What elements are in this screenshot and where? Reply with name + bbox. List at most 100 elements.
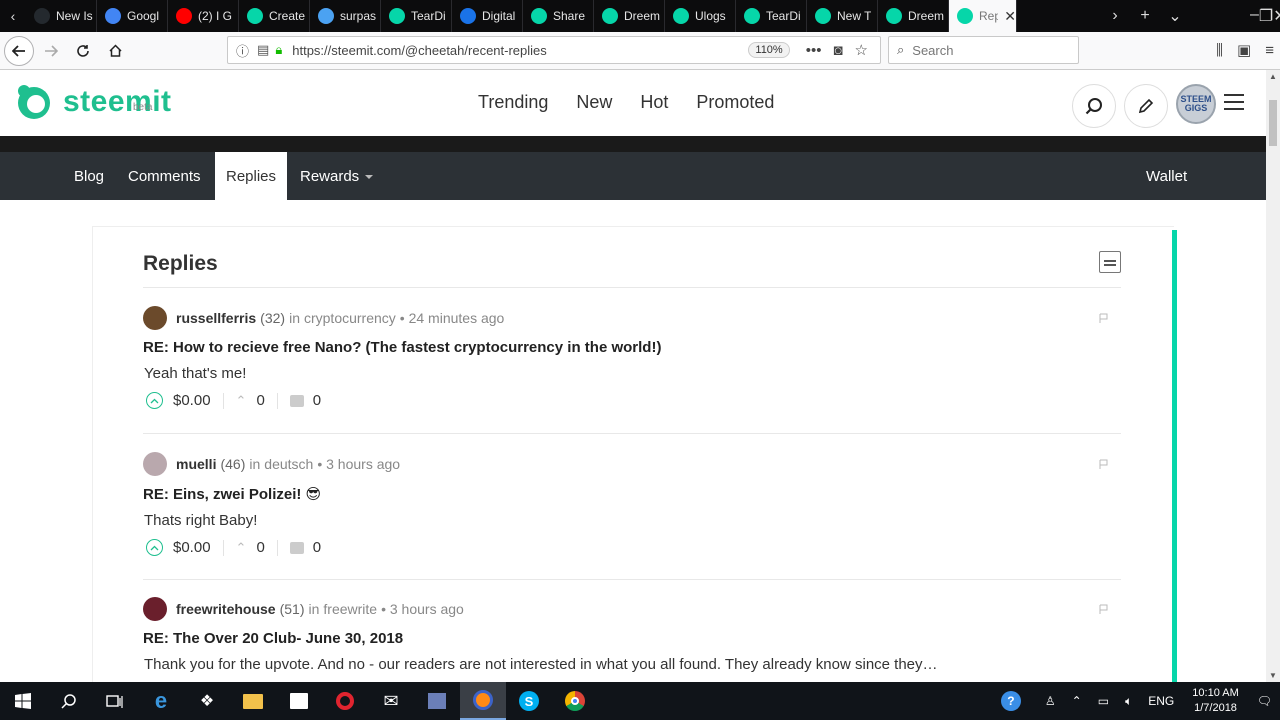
language-indicator[interactable]: ENG — [1148, 694, 1174, 708]
reply-body[interactable]: Yeah that's me! — [144, 365, 1121, 382]
lock-icon[interactable]: 🔒︎ — [275, 42, 282, 58]
payout-amount[interactable]: $0.00 — [173, 392, 211, 409]
windows-start-icon[interactable] — [0, 682, 46, 720]
info-icon[interactable]: ⓘ — [236, 41, 249, 60]
library-icon[interactable]: ⫼ — [1216, 42, 1223, 59]
category-link[interactable]: cryptocurrency — [304, 310, 396, 326]
comment-count[interactable]: 0 — [313, 392, 321, 409]
restore-icon[interactable]: ❐ — [1259, 6, 1273, 26]
author-avatar[interactable] — [143, 306, 167, 330]
tab-scroll-left-icon[interactable]: ‹ — [0, 0, 26, 32]
upvote-icon[interactable] — [146, 539, 163, 556]
flag-icon[interactable] — [1099, 604, 1109, 614]
flag-icon[interactable] — [1099, 313, 1109, 323]
category-link[interactable]: freewrite — [323, 601, 377, 617]
browser-tab[interactable]: New T — [807, 0, 878, 32]
skype-icon[interactable]: S — [506, 682, 552, 720]
dropbox-icon[interactable]: ❖ — [184, 682, 230, 720]
file-explorer-icon[interactable] — [230, 682, 276, 720]
new-tab-icon[interactable]: + — [1130, 7, 1160, 25]
scroll-down-icon[interactable]: ▼ — [1269, 671, 1277, 680]
back-arrow-icon[interactable] — [4, 35, 34, 66]
minimize-icon[interactable]: – — [1250, 6, 1259, 26]
user-nav-replies[interactable]: Replies — [215, 152, 288, 200]
menu-icon[interactable]: ≡ — [1265, 42, 1274, 59]
browser-tab[interactable]: surpas — [310, 0, 381, 32]
sidebar-icon[interactable]: ▣ — [1237, 41, 1251, 59]
nav-trending[interactable]: Trending — [478, 92, 548, 113]
reply-body[interactable]: Thank you for the upvote. And no - our r… — [144, 656, 1121, 673]
people-icon[interactable]: ♙ — [1045, 694, 1056, 708]
network-app-icon[interactable] — [414, 682, 460, 720]
comment-icon[interactable] — [289, 394, 304, 407]
browser-tab[interactable]: Digital — [452, 0, 523, 32]
url-text[interactable]: https://steemit.com/@cheetah/recent-repl… — [292, 43, 748, 58]
browser-tab[interactable]: Ulogs — [665, 0, 736, 32]
nav-new[interactable]: New — [576, 92, 612, 113]
author-link[interactable]: freewritehouse — [176, 601, 276, 617]
permissions-icon[interactable]: ▤ — [257, 42, 269, 58]
user-nav-comments[interactable]: Comments — [128, 152, 201, 200]
author-avatar[interactable] — [143, 597, 167, 621]
comment-count[interactable]: 0 — [313, 539, 321, 556]
browser-tab[interactable]: Share — [523, 0, 594, 32]
tab-active[interactable]: Rep ✕ — [949, 0, 1017, 32]
volume-icon[interactable]: 🔈︎ — [1125, 694, 1132, 709]
tray-expand-icon[interactable]: ⌃ — [1072, 694, 1082, 708]
browser-tab[interactable]: TearDi — [381, 0, 452, 32]
browser-tab[interactable]: New Is — [26, 0, 97, 32]
notifications-icon[interactable]: 🗨︎ — [1257, 694, 1272, 708]
browser-tab[interactable]: TearDi — [736, 0, 807, 32]
taskbar-search-icon[interactable] — [46, 682, 92, 720]
bookmark-star-icon[interactable]: ☆ — [855, 41, 868, 59]
page-scrollbar[interactable]: ▲ ▼ — [1266, 70, 1280, 682]
payout-amount[interactable]: $0.00 — [173, 539, 211, 556]
tab-list-icon[interactable]: ⌄ — [1160, 6, 1190, 26]
reply-title[interactable]: RE: The Over 20 Club- June 30, 2018 — [143, 630, 1121, 647]
edge-icon[interactable]: e — [138, 682, 184, 720]
url-bar[interactable]: ⓘ ▤ 🔒︎ https://steemit.com/@cheetah/rece… — [227, 36, 881, 64]
mail-icon[interactable]: ✉ — [368, 682, 414, 720]
opera-icon[interactable] — [322, 682, 368, 720]
reload-icon[interactable] — [68, 36, 98, 66]
nav-hot[interactable]: Hot — [640, 92, 668, 113]
store-icon[interactable] — [276, 682, 322, 720]
pocket-icon[interactable]: ◙ — [833, 42, 842, 59]
browser-tab[interactable]: Dreem — [594, 0, 665, 32]
vote-count[interactable]: 0 — [256, 539, 264, 556]
close-window-icon[interactable]: ✕ — [1273, 6, 1280, 26]
write-post-icon[interactable] — [1124, 84, 1168, 128]
home-icon[interactable] — [100, 36, 130, 66]
author-link[interactable]: muelli — [176, 456, 216, 472]
author-link[interactable]: russellferris — [176, 310, 256, 326]
task-view-icon[interactable] — [92, 682, 138, 720]
votes-icon[interactable]: ⌃ — [236, 393, 247, 409]
comment-icon[interactable] — [289, 541, 304, 554]
user-nav-blog[interactable]: Blog — [74, 152, 104, 200]
reply-title[interactable]: RE: Eins, zwei Polizei! 😎 — [143, 485, 1121, 503]
forward-arrow-icon[interactable] — [36, 36, 66, 66]
reply-time[interactable]: • 3 hours ago — [381, 601, 464, 617]
nav-promoted[interactable]: Promoted — [696, 92, 774, 113]
author-avatar[interactable] — [143, 452, 167, 476]
chrome-icon[interactable] — [552, 682, 598, 720]
battery-icon[interactable]: ▭ — [1098, 694, 1109, 708]
help-icon[interactable]: ? — [993, 691, 1029, 711]
reply-time[interactable]: • 3 hours ago — [317, 456, 400, 472]
browser-tab[interactable]: Googl — [97, 0, 168, 32]
scroll-up-icon[interactable]: ▲ — [1269, 72, 1277, 81]
vote-count[interactable]: 0 — [256, 392, 264, 409]
page-actions-icon[interactable]: ••• — [806, 42, 822, 59]
upvote-icon[interactable] — [146, 392, 163, 409]
browser-tab[interactable]: Dreem — [878, 0, 949, 32]
browser-tab[interactable]: Create — [239, 0, 310, 32]
reply-body[interactable]: Thats right Baby! — [144, 512, 1121, 529]
reply-title[interactable]: RE: How to recieve free Nano? (The faste… — [143, 339, 1121, 356]
votes-icon[interactable]: ⌃ — [236, 540, 247, 556]
tab-scroll-right-icon[interactable]: › — [1100, 7, 1130, 25]
user-nav-wallet[interactable]: Wallet — [1146, 152, 1187, 200]
scroll-thumb[interactable] — [1269, 100, 1277, 146]
user-nav-rewards[interactable]: Rewards — [300, 152, 374, 200]
tab-close-icon[interactable]: ✕ — [1004, 8, 1016, 25]
flag-icon[interactable] — [1099, 459, 1109, 469]
